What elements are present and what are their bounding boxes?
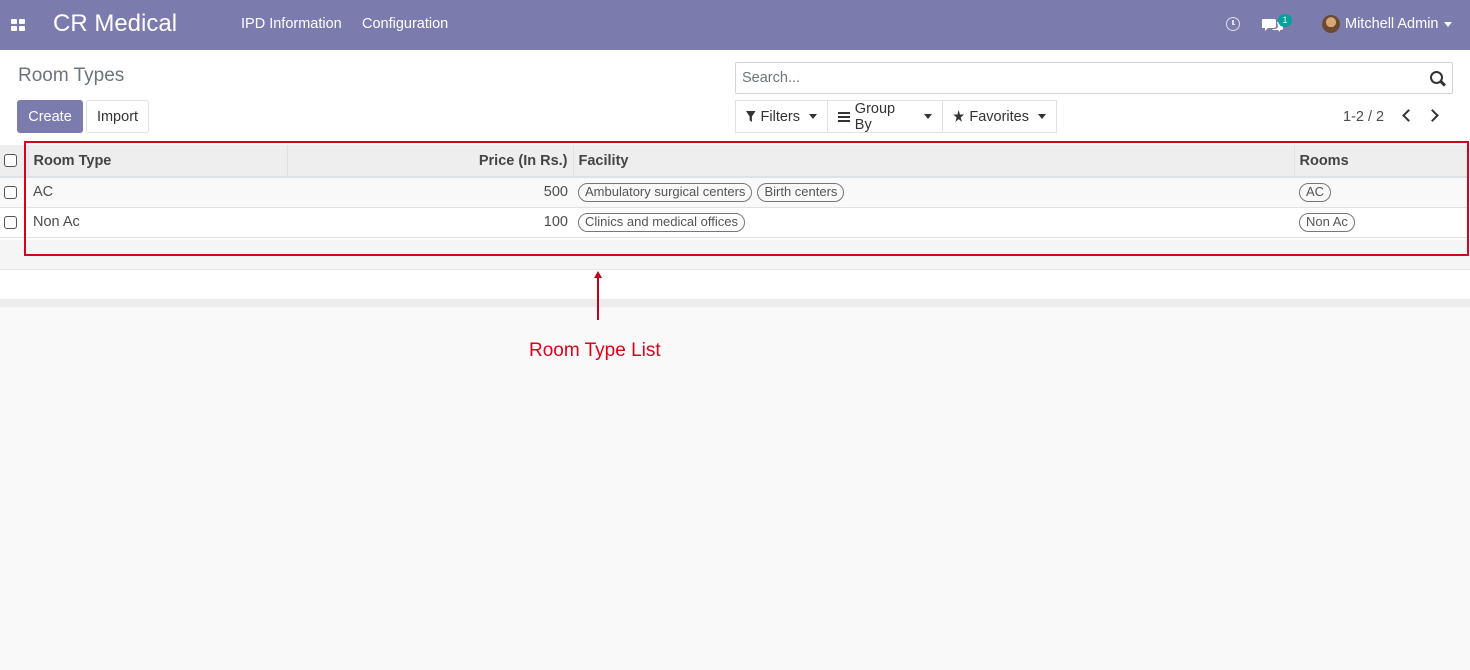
table-header-row: Room Type Price (In Rs.) Facility Rooms: [0, 145, 1470, 178]
facility-cell[interactable]: Ambulatory surgical centers Birth center…: [573, 177, 1294, 208]
select-all-cell: [0, 145, 29, 178]
room-type-cell[interactable]: AC: [28, 177, 287, 208]
search-box: [735, 62, 1453, 94]
column-header-price[interactable]: Price (In Rs.): [287, 145, 574, 178]
facility-tag: Clinics and medical offices: [578, 212, 745, 232]
rooms-cell[interactable]: Non Ac: [1294, 207, 1470, 238]
menu-configuration[interactable]: Configuration: [362, 16, 448, 32]
room-type-cell[interactable]: Non Ac: [28, 207, 287, 238]
favorites-caret-icon: [1038, 114, 1046, 119]
page-title: Room Types: [18, 65, 125, 86]
row-checkbox[interactable]: [4, 185, 17, 199]
column-header-facility[interactable]: Facility: [573, 145, 1295, 178]
pager-previous-icon[interactable]: [1402, 109, 1415, 122]
price-cell[interactable]: 100: [287, 207, 573, 238]
group-by-label: Group By: [854, 100, 896, 133]
room-tag: AC: [1299, 182, 1332, 202]
row-checkbox[interactable]: [4, 215, 17, 229]
annotation-label: Room Type List: [529, 340, 661, 361]
favorites-button[interactable]: Favorites: [942, 100, 1057, 133]
filters-label: Filters: [760, 108, 800, 125]
table-row[interactable]: Non Ac 100 Clinics and medical offices N…: [0, 207, 1470, 238]
create-button[interactable]: Create: [17, 100, 83, 133]
price-cell[interactable]: 500: [287, 177, 573, 208]
room-tag: Non Ac: [1299, 212, 1355, 232]
control-panel: Room Types Create Import Filters Group B…: [0, 50, 1470, 141]
column-header-rooms[interactable]: Rooms: [1294, 145, 1470, 178]
table-footer-row: [0, 240, 1470, 270]
bars-icon: [838, 111, 850, 122]
avatar[interactable]: [1322, 15, 1340, 33]
favorites-label: Favorites: [969, 108, 1029, 125]
top-navbar: CR Medical IPD Information Configuration…: [0, 0, 1470, 50]
annotation-arrow-icon: [594, 271, 602, 320]
chat-badge: 1: [1278, 14, 1292, 27]
facility-tag: Birth centers: [757, 182, 845, 202]
import-button[interactable]: Import: [86, 100, 149, 133]
search-input[interactable]: [742, 63, 1412, 93]
search-icon[interactable]: [1430, 71, 1443, 84]
row-select-cell: [0, 177, 28, 208]
facility-tag: Ambulatory surgical centers: [578, 182, 753, 202]
filters-button[interactable]: Filters: [735, 100, 828, 133]
pager-value[interactable]: 1-2 / 2: [1343, 109, 1384, 125]
filter-icon: [746, 111, 756, 122]
list-view: Room Type Price (In Rs.) Facility Rooms …: [0, 141, 1470, 307]
menu-ipd-information[interactable]: IPD Information: [241, 16, 342, 32]
apps-grid-icon[interactable]: [11, 19, 25, 31]
user-menu-caret-icon[interactable]: [1444, 22, 1452, 27]
list-bottom-divider: [0, 299, 1470, 307]
room-type-table: Room Type Price (In Rs.) Facility Rooms …: [0, 145, 1470, 238]
star-icon: [953, 110, 965, 122]
column-header-room-type[interactable]: Room Type: [28, 145, 288, 178]
rooms-cell[interactable]: AC: [1294, 177, 1470, 208]
activity-clock-icon[interactable]: [1226, 17, 1240, 31]
app-brand[interactable]: CR Medical: [53, 10, 177, 38]
table-row[interactable]: AC 500 Ambulatory surgical centers Birth…: [0, 177, 1470, 208]
pager-next-icon[interactable]: [1426, 109, 1439, 122]
user-menu-name[interactable]: Mitchell Admin: [1345, 16, 1438, 32]
row-select-cell: [0, 207, 28, 238]
facility-cell[interactable]: Clinics and medical offices: [573, 207, 1294, 238]
group-by-caret-icon: [924, 114, 932, 119]
select-all-checkbox[interactable]: [4, 154, 17, 168]
filters-caret-icon: [809, 114, 817, 119]
group-by-button[interactable]: Group By: [827, 100, 943, 133]
